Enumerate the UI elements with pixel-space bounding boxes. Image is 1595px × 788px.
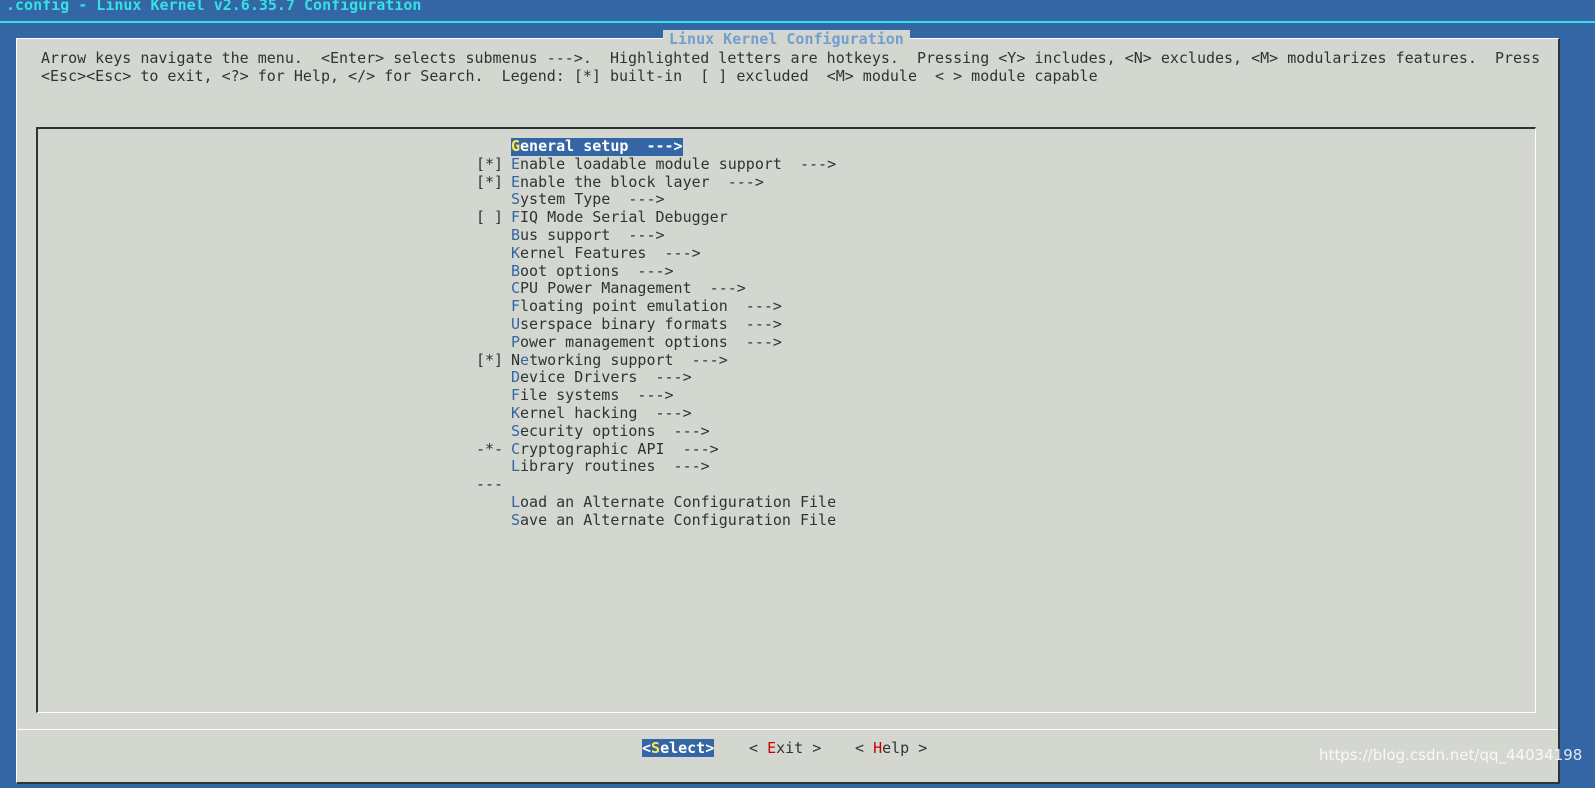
menu-item-general-setup[interactable]: General setup ---> — [476, 137, 836, 156]
menu-item-hotkey: C — [511, 279, 521, 298]
menu-item-prefix: -*- — [476, 439, 504, 458]
menu-item-prefix: [*] — [476, 350, 504, 369]
menu-item-prefix: [ ] — [476, 208, 504, 227]
help-line-1: Arrow keys navigate the menu. <Enter> se… — [41, 49, 1541, 67]
exit-button-hotkey: E — [767, 739, 777, 757]
menu-list: General setup ---> [*] Enable loadable mo… — [476, 137, 837, 530]
menu-item-label: serspace binary formats ---> — [520, 314, 782, 333]
exit-button-bracket: < — [749, 739, 768, 757]
menu-item-label: evice Drivers ---> — [520, 368, 692, 387]
menu-item-hotkey: B — [511, 261, 521, 280]
menu-item-hotkey: U — [511, 314, 521, 333]
menu-item-device-drivers[interactable]: Device Drivers ---> — [476, 368, 836, 387]
menu-item-label: us support ---> — [520, 225, 665, 244]
dialog-title: Linux Kernel Configuration — [663, 30, 910, 48]
menu-item-load-config[interactable]: Load an Alternate Configuration File — [476, 492, 837, 512]
menu-item-hotkey: L — [511, 492, 521, 511]
menu-item-kernel-hacking[interactable]: Kernel hacking ---> — [476, 403, 836, 423]
watermark: https://blog.csdn.net/qq_44034198 — [1319, 746, 1583, 764]
config-dialog: Linux Kernel Configuration Arrow keys na… — [16, 30, 1560, 784]
menu-item-library-routines[interactable]: Library routines ---> — [476, 457, 836, 476]
window-title: .config - Linux Kernel v2.6.35.7 Configu… — [6, 0, 422, 14]
menu-item-hotkey: B — [511, 225, 521, 244]
menu-item-label: oot options ---> — [520, 261, 674, 280]
select-button-hotkey: S — [651, 739, 661, 757]
menu-item-label: ernel Features ---> — [520, 243, 701, 262]
menu-item-label: ystem Type ---> — [520, 190, 665, 209]
menu-item-hotkey: E — [511, 154, 521, 173]
menu-item-label: nable the block layer ---> — [520, 172, 764, 191]
menu-item-boot-options[interactable]: Boot options ---> — [476, 261, 836, 281]
menu-item-label: ave an Alternate Configuration File — [520, 510, 837, 529]
title-rule — [0, 21, 1595, 23]
help-button-bracket: < — [855, 739, 874, 757]
menu-item-label: ile systems ---> — [520, 386, 674, 405]
menu-item-hotkey: D — [511, 368, 521, 387]
menu-item-hotkey: K — [511, 403, 521, 422]
menu-item-hotkey: G — [511, 137, 521, 155]
menu-item-prefix: [*] — [476, 154, 504, 173]
menu-item-label: nable loadable module support ---> — [520, 154, 837, 173]
menu-item-userspace-binary[interactable]: Userspace binary formats ---> — [476, 314, 836, 334]
menu-item-label: PU Power Management ---> — [520, 279, 746, 298]
help-button-hotkey: H — [873, 739, 883, 757]
menu-item-hotkey: S — [511, 190, 521, 209]
menu-item-system-type[interactable]: System Type ---> — [476, 190, 836, 209]
exit-button[interactable]: < Exit > — [749, 739, 821, 757]
exit-button-label: xit > — [776, 739, 822, 757]
menu-item-hotkey: E — [511, 172, 521, 191]
button-separator — [17, 729, 1557, 730]
menu-item-hotkey: K — [511, 243, 521, 262]
menu-item-label: IQ Mode Serial Debugger — [520, 208, 728, 227]
menu-item-bus-support[interactable]: Bus support ---> — [476, 225, 836, 245]
menu-item-label: eneral setup ---> — [520, 137, 683, 155]
help-button-label: elp > — [882, 739, 928, 757]
menu-item-hotkey: F — [511, 297, 521, 316]
menu-item-label: ibrary routines ---> — [520, 457, 710, 476]
menu-item-label: loating point emulation ---> — [520, 297, 782, 316]
menu-item-cryptographic-api[interactable]: -*- Cryptographic API ---> — [476, 439, 836, 459]
menu-item-hotkey: S — [511, 510, 521, 529]
help-line-2: <Esc><Esc> to exit, <?> for Help, </> fo… — [41, 67, 1098, 85]
menu-item-block-layer[interactable]: [*] Enable the block layer ---> — [476, 172, 836, 192]
menu-separator-text: --- — [476, 475, 504, 494]
menu-item-hotkey: L — [511, 457, 521, 476]
menu-item-hotkey: C — [511, 439, 521, 458]
menu-item-save-config[interactable]: Save an Alternate Configuration File — [476, 510, 837, 530]
menu-item-hotkey: S — [511, 421, 521, 440]
menu-item-label-start: N — [511, 350, 521, 369]
menu-separator: --- — [476, 475, 836, 494]
menu-item-label: ecurity options ---> — [520, 421, 710, 440]
menu-item-networking[interactable]: [*] Networking support ---> — [476, 350, 836, 370]
menu-item-file-systems[interactable]: File systems ---> — [476, 386, 836, 405]
menu-item-label: tworking support ---> — [529, 350, 728, 369]
menu-item-hotkey: F — [511, 386, 521, 405]
menu-item-power-management[interactable]: Power management options ---> — [476, 332, 836, 352]
menu-item-hotkey: F — [511, 208, 521, 227]
menu-item-loadable-module-support[interactable]: [*] Enable loadable module support ---> — [476, 154, 837, 174]
menu-item-floating-point[interactable]: Floating point emulation ---> — [476, 297, 836, 316]
menu-item-prefix: [*] — [476, 172, 504, 191]
menu-item-label: ryptographic API ---> — [520, 439, 719, 458]
menu-item-fiq-debugger[interactable]: [ ] FIQ Mode Serial Debugger — [476, 208, 836, 227]
menu-item-label: ernel hacking ---> — [520, 403, 692, 422]
menu-item-label: oad an Alternate Configuration File — [520, 492, 837, 511]
menu-item-hotkey: P — [511, 332, 521, 351]
menu-item-kernel-features[interactable]: Kernel Features ---> — [476, 243, 836, 263]
select-button[interactable]: <Select> — [642, 739, 715, 757]
menu-item-security-options[interactable]: Security options ---> — [476, 421, 836, 441]
menu-item-hotkey: e — [520, 350, 530, 369]
select-button-label: elect> — [660, 739, 715, 757]
menu-item-cpu-power[interactable]: CPU Power Management ---> — [476, 279, 836, 298]
help-button[interactable]: < Help > — [855, 739, 927, 757]
help-text: Arrow keys navigate the menu. <Enter> se… — [41, 49, 1541, 85]
menu-item-label: ower management options ---> — [520, 332, 782, 351]
menu-box: General setup ---> [*] Enable loadable mo… — [36, 127, 1536, 713]
select-button-bracket: < — [642, 739, 652, 757]
